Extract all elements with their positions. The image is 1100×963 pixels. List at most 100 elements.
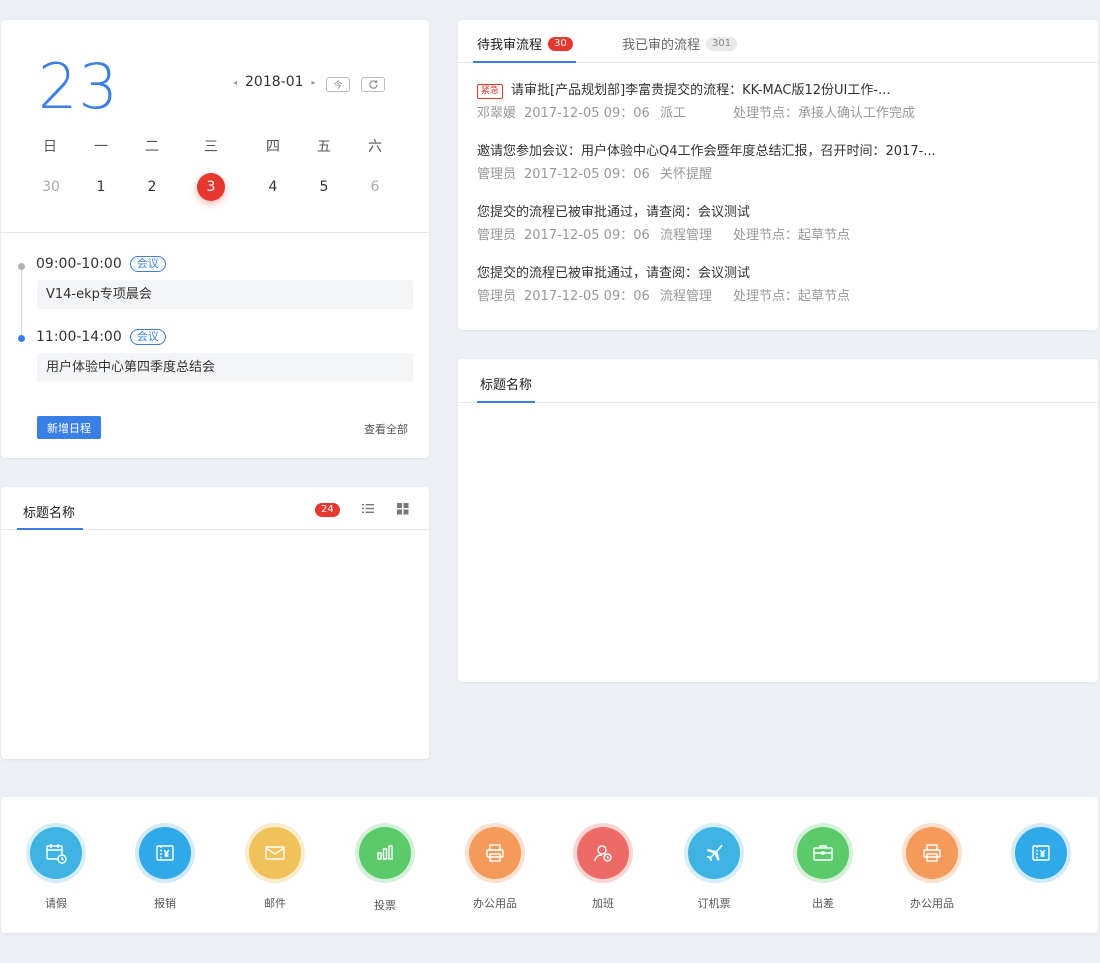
today-button-label: 今 — [333, 81, 343, 91]
app-overtime[interactable]: 加班 — [563, 823, 643, 911]
event-tag: 会议 — [129, 329, 166, 345]
weekday-label: 三 — [204, 139, 218, 155]
app-ring — [355, 823, 415, 883]
app-label: 投票 — [374, 899, 396, 912]
current-day: 23 — [38, 50, 119, 123]
flow-title[interactable]: 请审批[产品规划部]李富贵提交的流程：KK-MAC版12份UI工作-... — [511, 82, 890, 100]
flow-item[interactable]: 紧急 请审批[产品规划部]李富贵提交的流程：KK-MAC版12份UI工作-...… — [477, 82, 1077, 122]
app-circle — [577, 827, 629, 879]
flow-meta: 管理员 2017-12-05 09：06 流程管理 处理节点：起草节点 — [477, 289, 1077, 305]
app-circle — [359, 827, 411, 879]
app-ring — [1011, 823, 1071, 883]
app-ring — [573, 823, 633, 883]
app-ring — [793, 823, 853, 883]
timeline-dot-active — [18, 335, 25, 342]
month-label: 2018-01 — [245, 74, 304, 90]
printer-icon — [923, 844, 941, 862]
tab-pending[interactable]: 待我审流程 30 — [477, 34, 573, 53]
weekday-label: 五 — [317, 139, 331, 155]
app-business-trip[interactable]: 出差 — [783, 823, 863, 911]
card-header: 标题名称 24 — [1, 487, 429, 530]
event-tag: 会议 — [129, 256, 166, 272]
app-office-supplies[interactable]: 办公用品 — [455, 823, 535, 911]
app-mail[interactable]: 邮件 — [235, 823, 315, 911]
flow-item[interactable]: 您提交的流程已被审批通过，请查阅：会议测试 管理员 2017-12-05 09：… — [477, 265, 1077, 305]
prev-month-icon[interactable]: ◂ — [233, 78, 237, 87]
list-card: 标题名称 24 — [1, 487, 429, 759]
refresh-button[interactable] — [361, 77, 385, 92]
flow-title-row: 紧急 请审批[产品规划部]李富贵提交的流程：KK-MAC版12份UI工作-... — [477, 82, 1077, 100]
plane-icon — [706, 844, 723, 862]
app-ring — [135, 823, 195, 883]
app-circle — [906, 827, 958, 879]
calendar-icon — [46, 844, 67, 864]
flow-node: 处理节点：起草节点 — [733, 228, 851, 243]
flow-meta: 邓翠媛 2017-12-05 09：06 派工 处理节点：承接人确认工作完成 — [477, 106, 1077, 122]
count-badge: 30 — [548, 36, 573, 51]
tab-reviewed[interactable]: 我已审的流程 301 — [622, 34, 738, 53]
calendar-day[interactable]: 4 — [258, 178, 288, 196]
app-label: 报销 — [154, 897, 176, 910]
app-circle — [688, 827, 740, 879]
receipt-icon — [156, 845, 174, 861]
count-badge: 24 — [315, 503, 340, 517]
flow-title[interactable]: 邀请您参加会议：用户体验中心Q4工作会暨年度总结汇报，召开时间：2017-... — [477, 143, 936, 161]
app-label: 邮件 — [264, 897, 286, 910]
app-reimburse[interactable] — [1001, 823, 1081, 897]
weekday-label: 六 — [368, 139, 382, 155]
flow-time: 2017-12-05 09：06 — [524, 289, 650, 304]
app-circle — [469, 827, 521, 879]
calendar-day[interactable]: 5 — [309, 178, 339, 196]
flow-type: 派工 — [660, 106, 687, 121]
calendar-day[interactable]: 1 — [86, 178, 116, 196]
app-label: 出差 — [812, 897, 834, 910]
calendar-day-selected[interactable]: 3 — [197, 173, 225, 201]
calendar-day[interactable]: 30 — [36, 178, 66, 196]
event-time: 09:00-10:00 — [36, 256, 122, 272]
flow-node: 处理节点：起草节点 — [733, 289, 851, 304]
timeline-dot — [18, 263, 25, 270]
grid-view-icon[interactable] — [397, 503, 409, 515]
app-ring — [465, 823, 525, 883]
calendar-day[interactable]: 2 — [137, 178, 167, 196]
flow-meta: 管理员 2017-12-05 09：06 关怀提醒 — [477, 167, 1077, 183]
app-flight[interactable]: 订机票 — [674, 823, 754, 911]
add-schedule-button[interactable]: 新增日程 — [37, 416, 101, 439]
event-title[interactable]: V14-ekp专项晨会 — [37, 280, 413, 309]
event-time-row: 11:00-14:00 会议 — [36, 329, 166, 345]
card-title[interactable]: 标题名称 — [480, 374, 532, 393]
weekday-label: 四 — [266, 139, 280, 155]
calendar-day[interactable]: 6 — [360, 178, 390, 196]
app-leave[interactable]: 请假 — [16, 823, 96, 911]
timeline-line — [21, 266, 22, 340]
app-office-supplies[interactable]: 办公用品 — [892, 823, 972, 911]
flow-meta: 管理员 2017-12-05 09：06 流程管理 处理节点：起草节点 — [477, 228, 1077, 244]
flow-person: 管理员 — [477, 289, 517, 304]
app-vote[interactable]: 投票 — [345, 823, 425, 913]
flow-title-row: 邀请您参加会议：用户体验中心Q4工作会暨年度总结汇报，召开时间：2017-... — [477, 143, 1077, 161]
weekday-label: 一 — [94, 139, 108, 155]
briefcase-icon — [813, 845, 833, 861]
next-month-icon[interactable]: ▸ — [312, 78, 316, 87]
flow-type: 流程管理 — [660, 228, 713, 243]
app-circle — [30, 827, 82, 879]
app-reimburse[interactable]: 报销 — [125, 823, 205, 911]
flow-person: 邓翠媛 — [477, 106, 517, 121]
flow-time: 2017-12-05 09：06 — [524, 106, 650, 121]
blank-card: 标题名称 — [458, 359, 1098, 682]
flow-time: 2017-12-05 09：06 — [524, 167, 650, 182]
today-button[interactable]: 今 — [326, 77, 350, 92]
flow-title[interactable]: 您提交的流程已被审批通过，请查阅：会议测试 — [477, 265, 750, 283]
flow-item[interactable]: 您提交的流程已被审批通过，请查阅：会议测试 管理员 2017-12-05 09：… — [477, 204, 1077, 244]
card-title[interactable]: 标题名称 — [23, 502, 75, 521]
flow-item[interactable]: 邀请您参加会议：用户体验中心Q4工作会暨年度总结汇报，召开时间：2017-...… — [477, 143, 1077, 183]
mail-icon — [265, 846, 285, 860]
event-title[interactable]: 用户体验中心第四季度总结会 — [37, 353, 413, 382]
flow-title[interactable]: 您提交的流程已被审批通过，请查阅：会议测试 — [477, 204, 750, 222]
view-all-link[interactable]: 查看全部 — [364, 421, 408, 437]
overtime-icon — [594, 845, 612, 862]
list-view-icon[interactable] — [362, 503, 374, 514]
weekday-label: 日 — [43, 139, 57, 155]
calendar-card: 23 ◂ 2018-01 ▸ 今 日 一 二 三 四 五 六 30 1 2 3 … — [1, 20, 429, 458]
receipt-icon — [1032, 845, 1050, 861]
